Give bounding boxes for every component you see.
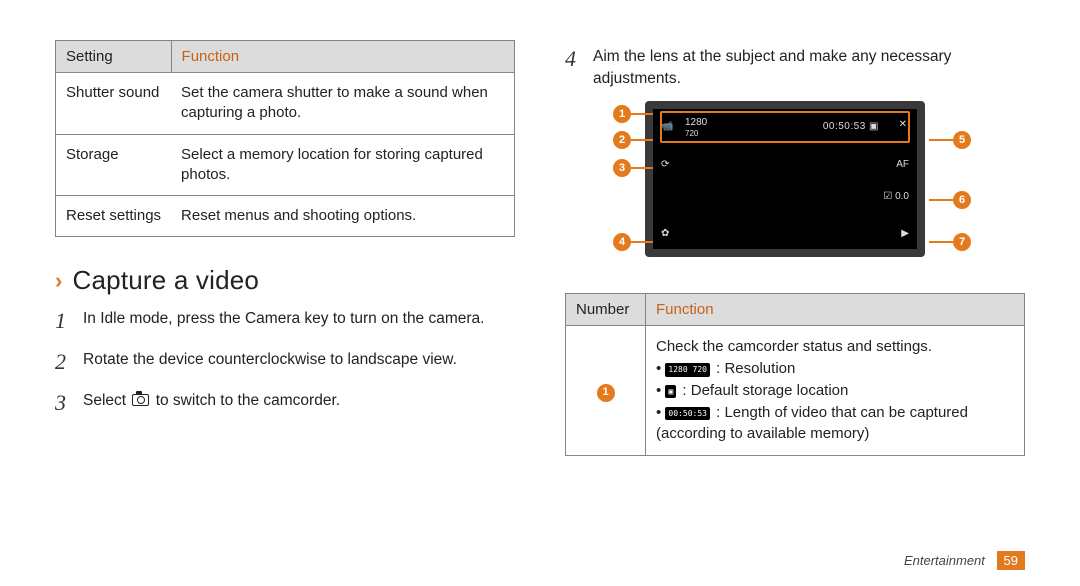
- resolution-icon: 1280 720: [685, 117, 707, 139]
- step-text: Aim the lens at the subject and make any…: [593, 44, 1025, 89]
- table-row: 1 Check the camcorder status and setting…: [566, 326, 1025, 456]
- table-row: Shutter sound Set the camera shutter to …: [56, 73, 515, 135]
- table-row: Storage Select a memory location for sto…: [56, 134, 515, 196]
- af-icon: AF: [896, 159, 909, 170]
- section-heading: › Capture a video: [55, 265, 515, 296]
- settings-header-function: Function: [171, 41, 514, 73]
- time-readout: 00:50:53 ▣: [823, 121, 879, 132]
- number-badge: 1: [597, 384, 615, 402]
- step-text-before: Select: [83, 392, 130, 409]
- camcorder-icon: 📹: [661, 121, 673, 132]
- ev-icon: ☑ 0.0: [883, 191, 909, 202]
- gear-icon: ✿: [661, 228, 669, 239]
- switch-icon: ⟳: [661, 159, 669, 170]
- footer-section: Entertainment: [904, 553, 985, 568]
- step-3: 3 Select to switch to the camcorder.: [55, 388, 515, 419]
- setting-name: Shutter sound: [56, 73, 172, 135]
- settings-table: Setting Function Shutter sound Set the c…: [55, 40, 515, 237]
- step-number: 4: [565, 44, 581, 89]
- callout-6: 6: [953, 191, 971, 209]
- step-4: 4 Aim the lens at the subject and make a…: [565, 44, 1025, 89]
- function-sublist: 1280 720 : Resolution ▣ : Default storag…: [656, 358, 1014, 445]
- mode-icon: ✕: [899, 119, 907, 130]
- callout-2: 2: [613, 131, 631, 149]
- callout-3: 3: [613, 159, 631, 177]
- camcorder-screen: 📹 1280 720 00:50:53 ▣ ✕ ⟳ ✿ AF ☑ 0.0 ▶: [645, 101, 925, 257]
- storage-mini-icon: ▣: [665, 385, 676, 399]
- functions-header-number: Number: [566, 294, 646, 326]
- setting-function: Select a memory location for storing cap…: [171, 134, 514, 196]
- step-number: 1: [55, 306, 71, 337]
- table-row: Reset settings Reset menus and shooting …: [56, 196, 515, 237]
- step-text: In Idle mode, press the Camera key to tu…: [83, 306, 515, 337]
- step-2: 2 Rotate the device counterclockwise to …: [55, 347, 515, 378]
- step-number: 2: [55, 347, 71, 378]
- time-mini-icon: 00:50:53: [665, 407, 710, 421]
- list-item: 1280 720 : Resolution: [656, 358, 1014, 380]
- setting-name: Storage: [56, 134, 172, 196]
- function-number: 1: [566, 326, 646, 456]
- resolution-mini-icon: 1280 720: [665, 363, 710, 377]
- step-1: 1 In Idle mode, press the Camera key to …: [55, 306, 515, 337]
- setting-name: Reset settings: [56, 196, 172, 237]
- callout-1: 1: [613, 105, 631, 123]
- functions-table: Number Function 1 Check the camcorder st…: [565, 293, 1025, 456]
- step-number: 3: [55, 388, 71, 419]
- callout-4: 4: [613, 233, 631, 251]
- footer-page-number: 59: [997, 551, 1025, 570]
- heading-text: Capture a video: [73, 265, 260, 296]
- step-text: Rotate the device counterclockwise to la…: [83, 347, 515, 378]
- list-item: ▣ : Default storage location: [656, 380, 1014, 402]
- storage-icon: ▣: [869, 121, 879, 132]
- list-item: 00:50:53 : Length of video that can be c…: [656, 402, 1014, 446]
- page-footer: Entertainment 59: [904, 551, 1025, 570]
- step-text-after: to switch to the camcorder.: [156, 392, 340, 409]
- setting-function: Set the camera shutter to make a sound w…: [171, 73, 514, 135]
- functions-header-function: Function: [646, 294, 1025, 326]
- setting-function: Reset menus and shooting options.: [171, 196, 514, 237]
- camera-icon: [132, 394, 149, 406]
- chevron-icon: ›: [55, 268, 63, 294]
- function-intro: Check the camcorder status and settings.: [656, 336, 1014, 358]
- step-text: Select to switch to the camcorder.: [83, 388, 515, 419]
- callout-5: 5: [953, 131, 971, 149]
- settings-header-setting: Setting: [56, 41, 172, 73]
- camcorder-diagram: 📹 1280 720 00:50:53 ▣ ✕ ⟳ ✿ AF ☑ 0.0 ▶ 1…: [595, 101, 975, 271]
- callout-7: 7: [953, 233, 971, 251]
- function-description: Check the camcorder status and settings.…: [646, 326, 1025, 456]
- record-icon: ▶: [901, 228, 909, 239]
